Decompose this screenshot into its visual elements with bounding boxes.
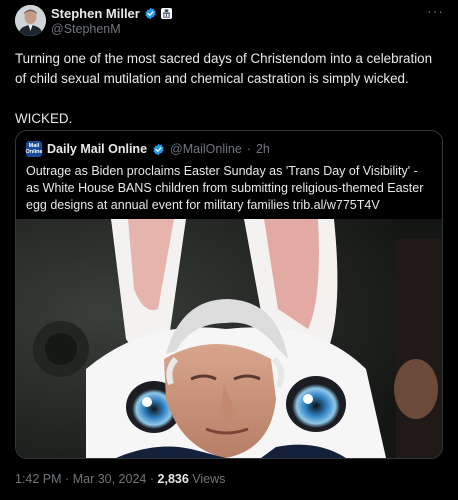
quoted-logo-text: Online xyxy=(25,149,43,155)
quoted-tweet[interactable]: Mail Online Daily Mail Online @MailOnlin… xyxy=(15,130,443,459)
tweet-text: Turning one of the most sacred days of C… xyxy=(15,49,445,129)
quoted-header: Mail Online Daily Mail Online @MailOnlin… xyxy=(25,141,270,157)
verified-badge-icon xyxy=(153,143,164,155)
author-row: Stephen Miller xyxy=(51,5,172,21)
separator: · xyxy=(246,142,251,156)
quoted-handle: @MailOnline xyxy=(170,142,242,156)
quoted-time: 2h xyxy=(255,142,270,156)
verified-badge-icon xyxy=(145,7,156,19)
quoted-avatar[interactable]: Mail Online xyxy=(25,141,43,157)
separator: · xyxy=(149,472,155,486)
avatar[interactable] xyxy=(15,5,46,36)
views-count: 2,836 xyxy=(157,472,189,486)
quoted-image[interactable] xyxy=(16,219,442,458)
tweet-meta: 1:42 PM · Mar 30, 2024 · 2,836 Views xyxy=(15,472,225,486)
quoted-text: Outrage as Biden proclaims Easter Sunday… xyxy=(26,164,424,212)
separator: · xyxy=(65,472,70,486)
tweet-time[interactable]: 1:42 PM xyxy=(15,472,62,486)
quoted-author-name[interactable]: Daily Mail Online xyxy=(47,142,147,156)
affiliation-badge-icon[interactable] xyxy=(160,7,172,19)
tweet-paragraph: Turning one of the most sacred days of C… xyxy=(15,51,433,86)
more-icon[interactable]: ··· xyxy=(427,3,444,19)
tweet: Stephen Miller @StephenM ··· Turning one… xyxy=(0,0,458,500)
tweet-date[interactable]: Mar 30, 2024 xyxy=(73,472,147,486)
author-name[interactable]: Stephen Miller xyxy=(51,6,140,21)
tweet-paragraph: WICKED. xyxy=(15,111,73,126)
views-label: Views xyxy=(192,472,226,486)
author-handle[interactable]: @StephenM xyxy=(51,22,121,36)
avatar-photo xyxy=(15,5,46,36)
